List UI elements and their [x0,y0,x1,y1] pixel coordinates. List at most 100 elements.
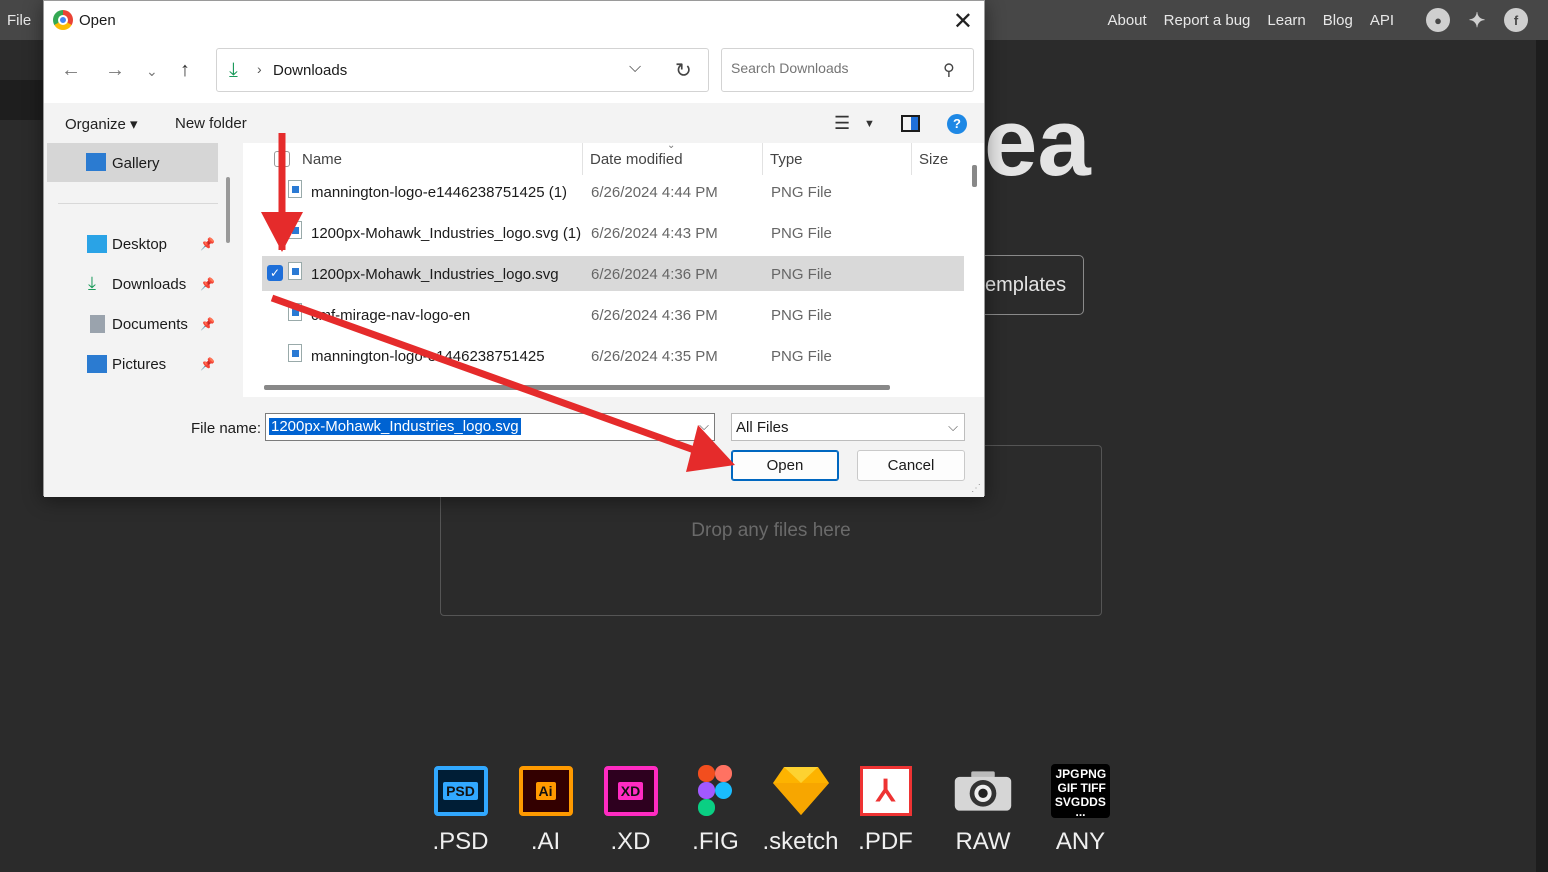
file-menu[interactable]: File [7,12,31,29]
file-date: 6/26/2024 4:44 PM [591,184,718,201]
file-type-filter[interactable]: All Files ⌵ [731,413,965,441]
desktop-icon [87,235,107,253]
nav-item-label: Gallery [112,155,160,172]
new-folder-button[interactable]: New folder [175,115,247,132]
nav-api[interactable]: API [1370,12,1394,29]
filter-dropdown-icon[interactable]: ⌵ [948,419,958,435]
file-list-horizontal-scrollbar[interactable] [264,385,890,390]
reddit-icon[interactable]: ● [1426,8,1450,32]
sketch-icon [772,762,830,820]
file-name-label: File name: [191,420,262,437]
refresh-icon[interactable]: ↻ [675,58,692,83]
nav-item-label: Pictures [112,356,167,373]
organize-menu[interactable]: Organize ▾ [65,115,138,133]
format-label: .sketch [762,828,839,855]
ai-icon: Ai [535,782,556,800]
column-header-type[interactable]: Type [770,151,803,168]
supported-formats: PSD .PSD Ai .AI XD .XD .FIG .sketch ⅄ .P… [418,762,1123,856]
hero-title: ea [984,89,1091,196]
address-bar[interactable]: ⤓ › Downloads ⌵ ↻ [216,48,709,92]
xd-icon: XD [617,782,644,800]
psd-icon: PSD [443,782,478,800]
social-links: ● ✦ f [1411,8,1528,32]
format-label: ANY [1055,828,1106,855]
preview-pane-icon[interactable] [901,115,920,132]
address-dropdown-icon[interactable]: ⌵ [629,59,641,77]
format-xd: XD .XD [588,762,673,856]
format-sketch: .sketch [758,762,843,856]
search-box[interactable]: ⚲ [721,48,974,92]
column-divider [911,143,912,175]
file-row-selected[interactable]: ✓ 1200px-Mohawk_Industries_logo.svg 6/26… [262,256,964,291]
column-divider [762,143,763,175]
open-file-dialog: Open ✕ ← → ⌄ ↑ ⤓ › Downloads ⌵ ↻ ⚲ Organ… [43,0,985,497]
camera-icon [954,762,1012,820]
column-header-date[interactable]: Date modified [590,151,683,168]
up-arrow-icon[interactable]: ↑ [180,59,190,82]
command-bar: Organize ▾ New folder ☰ ▼ ? [44,103,984,143]
format-pdf: ⅄ .PDF [843,762,928,856]
file-type: PNG File [771,225,832,242]
file-row[interactable]: mannington-logo-e1446238751425 6/26/2024… [262,338,964,373]
file-type: PNG File [771,348,832,365]
back-arrow-icon[interactable]: ← [61,59,81,82]
nav-blog[interactable]: Blog [1323,12,1353,29]
nav-about[interactable]: About [1107,12,1146,29]
dialog-footer: File name: 1200px-Mohawk_Industries_logo… [44,397,984,497]
format-any: JPG PNG GIF TIFF SVG DDS ... ANY [1038,762,1123,856]
cancel-button[interactable]: Cancel [857,450,965,481]
breadcrumb-chevron-icon: › [257,61,262,77]
nav-pane-scrollbar[interactable] [226,177,230,243]
row-checkbox-checked[interactable]: ✓ [267,265,283,281]
file-name: mannington-logo-e1446238751425 [311,348,545,365]
search-input[interactable] [731,60,931,76]
nav-item-gallery[interactable]: Gallery [47,143,218,182]
search-icon[interactable]: ⚲ [943,60,955,80]
figma-icon [687,762,745,820]
file-row[interactable]: mannington-logo-e1446238751425 (1) 6/26/… [262,174,964,209]
format-fig: .FIG [673,762,758,856]
resize-grip-icon[interactable]: ⋰ [971,483,981,494]
png-file-icon [288,221,302,239]
select-all-checkbox[interactable] [274,151,290,167]
any-format-icon: JPG PNG GIF TIFF SVG DDS ... [1050,764,1111,818]
view-dropdown-icon[interactable]: ▼ [864,118,875,130]
facebook-icon[interactable]: f [1504,8,1528,32]
nav-report-bug[interactable]: Report a bug [1164,12,1251,29]
format-raw: RAW [928,762,1038,856]
top-nav: About Report a bug Learn Blog API ● ✦ f [1107,0,1548,40]
view-options-icon[interactable]: ☰ [834,113,850,134]
open-button[interactable]: Open [731,450,839,481]
nav-learn[interactable]: Learn [1267,12,1305,29]
file-name-dropdown-icon[interactable]: ⌵ [699,418,709,434]
right-scrollbar[interactable] [1536,40,1548,872]
file-row[interactable]: 1200px-Mohawk_Industries_logo.svg (1) 6/… [262,215,964,250]
format-label: RAW [955,828,1011,855]
file-row[interactable]: cmf-mirage-nav-logo-en 6/26/2024 4:36 PM… [262,297,964,332]
file-name: cmf-mirage-nav-logo-en [311,307,471,324]
nav-item-label: Downloads [112,276,187,293]
nav-item-label: Documents [112,316,188,333]
breadcrumb-downloads[interactable]: Downloads [273,62,347,79]
file-list-vertical-scrollbar[interactable] [972,165,977,187]
file-name-input[interactable]: 1200px-Mohawk_Industries_logo.svg ⌵ [265,413,715,441]
pin-icon: 📌 [200,357,215,371]
recent-locations-chevron-icon[interactable]: ⌄ [146,63,158,80]
file-date: 6/26/2024 4:36 PM [591,307,718,324]
forward-arrow-icon[interactable]: → [105,59,125,82]
file-type-filter-value: All Files [736,419,789,436]
format-label: .AI [530,828,561,855]
format-label: .PDF [858,828,913,855]
nav-item-label: Desktop [112,236,168,253]
chrome-icon [53,10,73,30]
twitter-icon[interactable]: ✦ [1465,8,1489,32]
file-date: 6/26/2024 4:43 PM [591,225,718,242]
navigation-pane: Gallery Desktop 📌 ⤓ Downloads 📌 Document… [44,143,232,397]
help-icon[interactable]: ? [947,114,967,134]
file-name-value[interactable]: 1200px-Mohawk_Industries_logo.svg [269,418,521,435]
column-header-size[interactable]: Size [919,151,948,168]
close-button[interactable]: ✕ [953,7,973,36]
left-toolbar-selected [0,80,44,120]
documents-icon [90,315,105,333]
column-header-name[interactable]: Name [302,151,342,168]
